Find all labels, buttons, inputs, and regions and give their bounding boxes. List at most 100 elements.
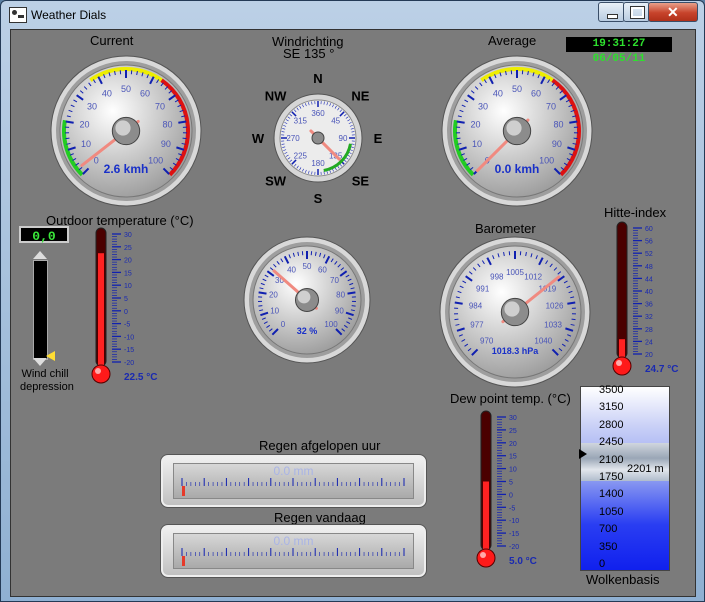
maximize-icon <box>630 6 645 19</box>
gauge-tick <box>65 120 74 124</box>
thermometer-tick-label: 15 <box>509 454 517 461</box>
thermometer-tick-label: 48 <box>645 264 653 271</box>
cloud-base-tick-label: 3150 <box>599 401 624 414</box>
gauge-tick-label: 60 <box>140 89 150 99</box>
cloud-layer <box>581 443 669 481</box>
thermometer-tick-label: -15 <box>124 347 134 354</box>
gauge-readout: 2.6 kmh <box>104 162 149 176</box>
thermometer-tick-label: 24 <box>645 339 653 346</box>
gauge-tick-label: 30 <box>87 101 97 111</box>
thermometer-readout: 24.7 °C <box>645 364 678 375</box>
cloud-base-tick-label: 2100 <box>599 453 624 466</box>
wind-current-gauge: 0 10 20 30 40 50 60 70 80 90 100 2.6 kmh <box>50 55 202 207</box>
wind-chill-up-arrow <box>33 251 47 259</box>
gauge-tick-label: 60 <box>531 89 541 99</box>
wind-chill-down-arrow <box>33 358 47 366</box>
outdoor-thermometer: 30 25 20 15 10 5 0 -5 -10 -15 -20 22.5 °C <box>88 222 158 388</box>
window-title: Weather Dials <box>31 8 107 22</box>
thermometer-tick-label: -10 <box>509 518 519 525</box>
gauge-readout: 32 % <box>297 326 318 336</box>
gauge-readout: 0.0 kmh <box>495 162 540 176</box>
gauge-tick <box>258 305 263 307</box>
gauge-tick <box>454 318 459 321</box>
thermometer-tick-label: -10 <box>124 334 134 341</box>
gauge-tick <box>456 120 465 124</box>
minimize-button[interactable] <box>598 2 625 22</box>
gauge-tick-label: 20 <box>269 291 278 300</box>
gauge-tick-label: 984 <box>469 302 483 311</box>
close-icon: ✕ <box>667 4 679 20</box>
gauge-tick-label: 1026 <box>546 302 564 311</box>
cloud-base-title: Wolkenbasis <box>586 572 660 587</box>
gauge-tick-label: 20 <box>471 119 481 129</box>
gauge-tick-label: 40 <box>102 89 112 99</box>
gauge-tick-label: 100 <box>324 320 338 329</box>
thermometer-tick-label: -5 <box>124 322 130 329</box>
humidity-gauge: 0 10 20 30 40 50 60 70 80 90 100 32 % <box>243 236 371 364</box>
gauge-tick-label: 80 <box>162 119 172 129</box>
gauge-readout: 1018.3 hPa <box>492 346 540 356</box>
gauge-tick-label: 1005 <box>506 268 524 277</box>
gauge-tick <box>351 305 356 307</box>
cloud-base-tick-label: 700 <box>599 523 618 536</box>
thermometer-tick-label: 0 <box>509 492 513 499</box>
rain-level <box>182 486 185 496</box>
gauge-tick <box>571 318 576 321</box>
gauge-tick <box>567 301 576 305</box>
thermometer-tick-label: 0 <box>124 309 128 316</box>
thermometer-tick-label: 5 <box>124 296 128 303</box>
gauge-tick <box>454 301 463 305</box>
rain-hour-bar: 0.0 mm <box>160 454 427 508</box>
compass-degree-label: 90 <box>339 134 348 143</box>
maximize-button[interactable] <box>623 2 650 22</box>
compass-degree-label: 270 <box>286 134 300 143</box>
gauge-tick-label: 90 <box>335 307 344 316</box>
compass-point-label: N <box>313 71 322 86</box>
wind-chill-value: 0,0 <box>19 226 69 244</box>
thermometer-tick-label: 36 <box>645 302 653 309</box>
thermometer-tick-label: -20 <box>124 360 134 367</box>
rain-level <box>182 556 185 566</box>
title-bar[interactable]: Weather Dials ✕ <box>1 1 704 29</box>
gauge-tick-label: 30 <box>478 101 488 111</box>
wind-average-gauge: 01020304050607080901000.0 kmh <box>441 55 593 207</box>
cloud-base-tick-label: 2450 <box>599 436 624 449</box>
dew-point-title: Dew point temp. (°C) <box>450 391 571 406</box>
wind-chill-bar <box>33 260 48 360</box>
thermometer-tick-label: 30 <box>124 232 132 239</box>
gauge-tick-label: 998 <box>490 272 504 281</box>
gauge-tick-label: 10 <box>270 307 279 316</box>
cloud-base-pointer <box>579 449 587 459</box>
gauge-tick-label: 90 <box>161 139 171 149</box>
thermometer-bulb <box>91 364 111 384</box>
thermometer-readout: 22.5 °C <box>124 372 157 383</box>
cloud-base-tick-label: 3500 <box>599 384 624 396</box>
gauge-tick-label: 70 <box>330 276 339 285</box>
average-title: Average <box>488 33 537 48</box>
compass-degree-label: 180 <box>311 159 325 168</box>
gauge-tick-label: 10 <box>472 139 482 149</box>
gauge-tick-label: 977 <box>470 320 484 329</box>
compass-point-label: S <box>314 191 323 206</box>
gauge-tick-label: 80 <box>553 119 563 129</box>
rain-hour-title: Regen afgelopen uur <box>259 438 381 453</box>
cloud-base-tick-label: 1050 <box>599 505 624 518</box>
compass-degree-label: 360 <box>311 109 325 118</box>
thermometer-tick-label: 56 <box>645 239 653 246</box>
close-button[interactable]: ✕ <box>648 2 698 22</box>
gauge-tick-label: 100 <box>148 156 163 166</box>
current-title: Current <box>90 33 134 48</box>
gauge-tick-label: 20 <box>80 119 90 129</box>
thermometer-tick-label: 20 <box>124 258 132 265</box>
cloud-base-value: 2201 m <box>627 463 664 475</box>
thermometer-tick-label: 25 <box>509 428 517 435</box>
clock-display: 19:31:27 06/05/11 <box>566 37 672 65</box>
gauge-tick-label: 70 <box>155 101 165 111</box>
compass-point-label: SE <box>352 173 370 188</box>
thermometer-tube <box>616 221 628 359</box>
thermometer-tick-label: 52 <box>645 251 653 258</box>
compass-degree-label: 315 <box>294 116 308 125</box>
compass-point-label: E <box>374 131 383 146</box>
gauge-tick <box>178 120 187 124</box>
gauge-tick-label: 60 <box>318 266 327 275</box>
